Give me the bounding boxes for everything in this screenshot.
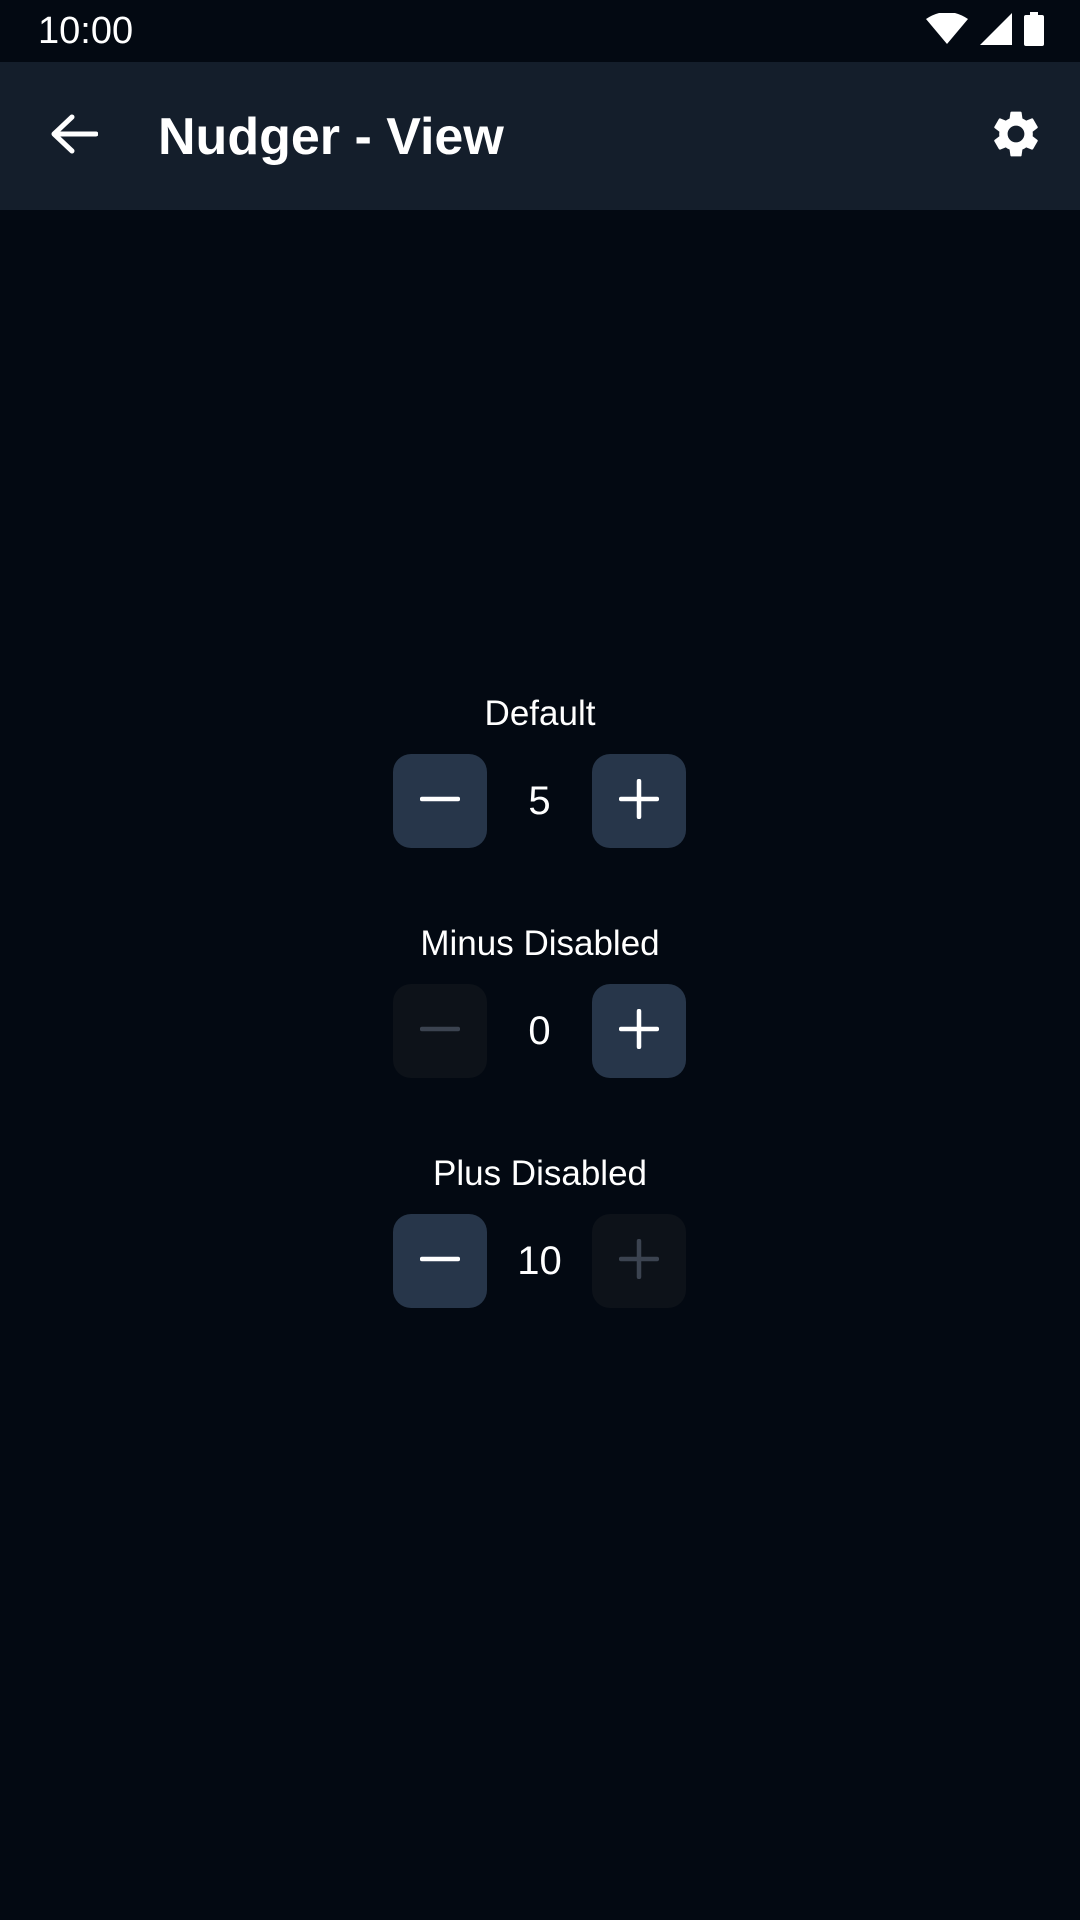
back-button[interactable] [40, 102, 108, 170]
minus-icon [419, 1239, 461, 1284]
status-time: 10:00 [38, 10, 134, 52]
plus-icon [618, 778, 660, 824]
minus-icon [419, 779, 461, 824]
plus-button[interactable] [592, 754, 686, 848]
nudger: 0 [393, 984, 686, 1078]
app-bar: Nudger - View [0, 62, 1080, 210]
nudger-label: Plus Disabled [433, 1154, 647, 1193]
settings-button[interactable] [982, 102, 1050, 170]
nudger-value: 5 [528, 778, 551, 823]
nudger: 5 [393, 754, 686, 848]
status-bar: 10:00 [0, 0, 1080, 62]
nudger-value: 0 [528, 1008, 551, 1053]
plus-icon [618, 1238, 660, 1284]
plus-button-disabled [592, 1214, 686, 1308]
arrow-left-icon [50, 113, 99, 160]
plus-button[interactable] [592, 984, 686, 1078]
gear-icon [988, 106, 1044, 167]
nudger-label: Default [484, 694, 596, 733]
status-icons [926, 11, 1044, 51]
minus-button[interactable] [393, 1214, 487, 1308]
cell-signal-icon [980, 12, 1012, 50]
nudger-label: Minus Disabled [420, 924, 660, 963]
battery-icon [1024, 11, 1044, 51]
content-area: Default 5 Minus Disabled 0 Plus Disabled… [0, 210, 1080, 1920]
nudger: 10 [393, 1214, 686, 1308]
minus-button-disabled [393, 984, 487, 1078]
page-title: Nudger - View [158, 108, 504, 166]
minus-icon [419, 1009, 461, 1054]
minus-button[interactable] [393, 754, 487, 848]
plus-icon [618, 1008, 660, 1054]
nudger-value: 10 [517, 1238, 562, 1283]
wifi-icon [926, 11, 968, 50]
